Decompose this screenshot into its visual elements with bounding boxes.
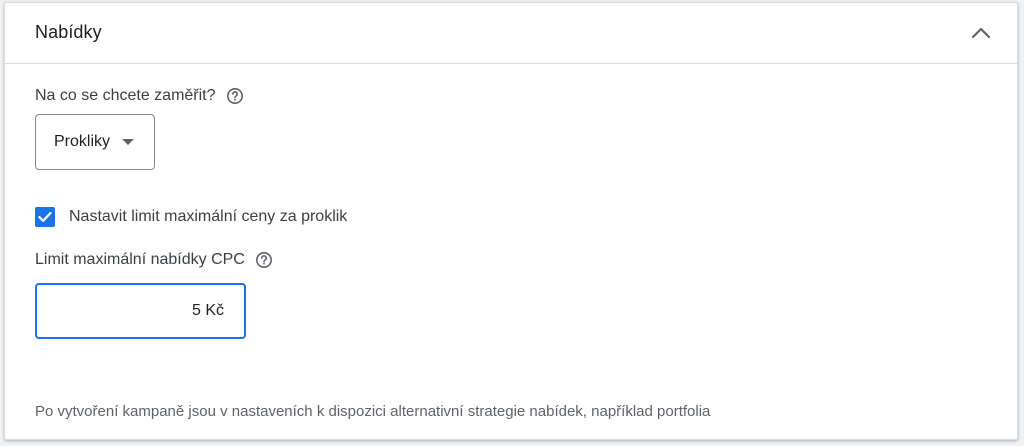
focus-question: Na co se chcete zaměřit? [35,87,244,105]
chevron-up-icon [971,27,991,39]
max-cpc-limit-checkbox-row[interactable]: Nastavit limit maximální ceny za proklik [35,207,347,227]
collapse-button[interactable] [965,17,997,49]
cpc-limit-value: 5 Kč [191,302,224,319]
cpc-limit-label: Limit maximální nabídky CPC [35,251,245,268]
panel-header[interactable]: Nabídky [5,3,1017,64]
max-cpc-limit-checkbox[interactable] [35,207,55,227]
panel-title: Nabídky [35,22,102,42]
help-icon[interactable] [226,87,244,105]
max-cpc-limit-checkbox-label: Nastavit limit maximální ceny za proklik [69,208,348,225]
focus-question-label: Na co se chcete zaměřit? [35,87,216,104]
bidding-panel: Nabídky Na co se chcete zaměřit? Proklik… [4,2,1018,440]
strategy-note: Po vytvoření kampaně jsou v nastaveních … [35,403,711,420]
checkmark-icon [38,211,52,222]
help-icon[interactable] [255,251,273,269]
focus-dropdown[interactable]: Prokliky [35,114,155,170]
cpc-limit-label-row: Limit maximální nabídky CPC [35,251,273,269]
cpc-limit-input[interactable]: 5 Kč [35,283,246,339]
dropdown-arrow-icon [122,139,135,145]
focus-dropdown-value: Prokliky [54,133,111,150]
